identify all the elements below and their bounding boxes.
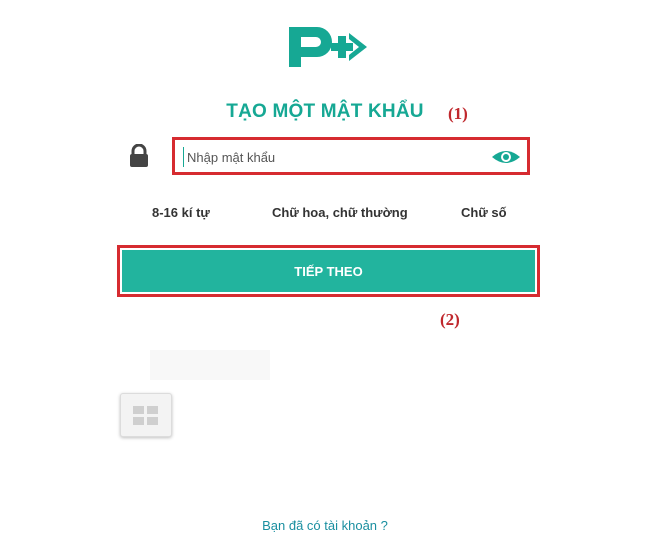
annotation-marker-1: (1) [448, 104, 468, 123]
rule-case: Chữ hoa, chữ thường [272, 205, 408, 220]
pharmacy-logo-icon [289, 27, 367, 67]
next-button-highlight: TIẾP THEO [117, 245, 540, 297]
page-title: TẠO MỘT MẬT KHẨU [226, 101, 424, 122]
have-account-link[interactable]: Bạn đã có tài khoản ? [0, 518, 650, 533]
password-input[interactable] [183, 147, 487, 167]
annotation-marker-2: (2) [440, 310, 460, 329]
next-button[interactable]: TIẾP THEO [122, 250, 535, 292]
password-field [172, 137, 530, 175]
floating-menu-button[interactable] [120, 393, 172, 437]
lock-icon [130, 144, 148, 167]
rule-digit: Chữ số [461, 205, 507, 220]
rule-length: 8-16 kí tự [152, 205, 210, 220]
eye-icon[interactable] [491, 148, 521, 166]
background-smudge [150, 350, 270, 380]
